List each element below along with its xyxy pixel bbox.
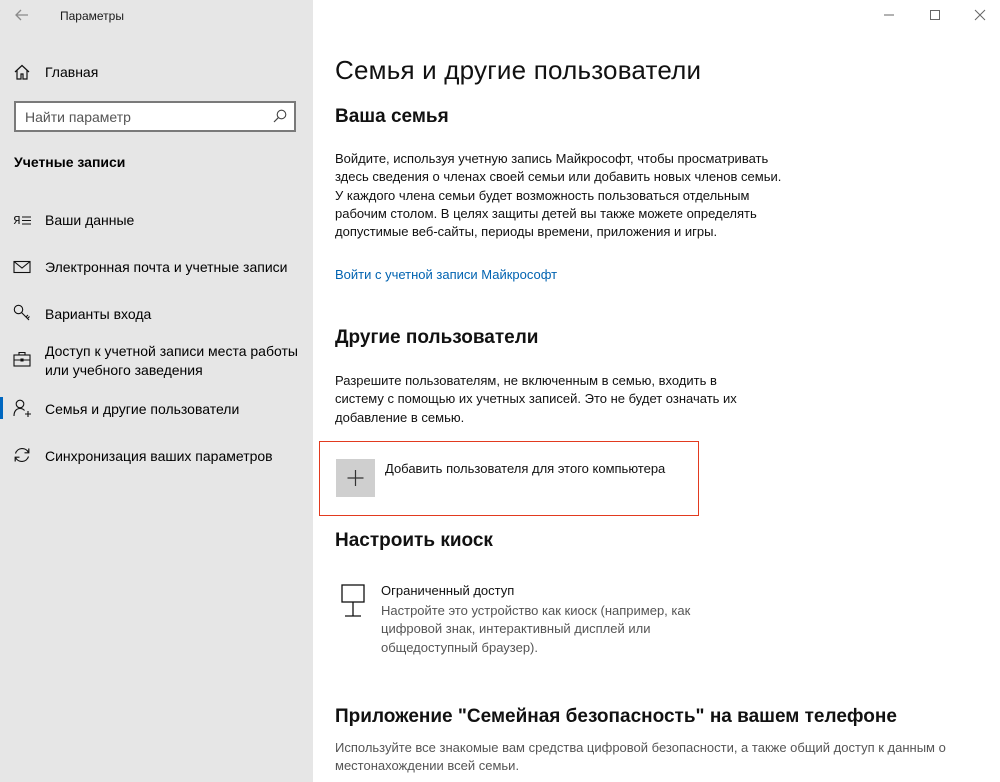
briefcase-icon: [12, 349, 32, 369]
maximize-button[interactable]: [923, 3, 947, 27]
add-user-label: Добавить пользователя для этого компьюте…: [385, 461, 666, 476]
sidebar-item-family[interactable]: Семья и другие пользователи: [0, 397, 313, 437]
key-icon: [12, 303, 32, 323]
minimize-button[interactable]: [877, 3, 901, 27]
person-add-icon: [12, 398, 32, 418]
app-title: Параметры: [60, 9, 124, 23]
home-icon: [13, 63, 31, 81]
page-title: Семья и другие пользователи: [335, 55, 702, 85]
kiosk-icon: [340, 583, 366, 619]
sidebar-item-label: Семья и другие пользователи: [45, 401, 240, 417]
assigned-access-title: Ограниченный доступ: [381, 583, 515, 598]
search-input[interactable]: [16, 103, 266, 130]
assigned-access-item[interactable]: Ограниченный доступ Настройте это устрой…: [340, 583, 740, 663]
sidebar-item-email[interactable]: Электронная почта и учетные записи: [0, 255, 313, 295]
family-heading: Ваша семья: [335, 106, 449, 127]
sidebar-item-label: Электронная почта и учетные записи: [45, 259, 288, 275]
other-users-heading: Другие пользователи: [335, 327, 539, 348]
sidebar-item-label: Варианты входа: [45, 306, 152, 322]
svg-text:Я: Я: [13, 214, 21, 227]
sidebar-item-your-info[interactable]: Я Ваши данные: [0, 208, 313, 248]
selected-indicator: [0, 397, 3, 419]
sidebar-item-sync[interactable]: Синхронизация ваших параметров: [0, 444, 313, 484]
kiosk-heading: Настроить киоск: [335, 530, 493, 551]
family-safety-description: Используйте все знакомые вам средства ци…: [335, 740, 946, 774]
sidebar-item-home[interactable]: Главная: [0, 58, 313, 86]
user-info-icon: Я: [12, 210, 32, 230]
back-arrow-icon[interactable]: [12, 5, 32, 25]
close-button[interactable]: [968, 3, 992, 27]
add-user-button[interactable]: Добавить пользователя для этого компьюте…: [336, 459, 686, 497]
search-icon[interactable]: [272, 108, 288, 124]
family-safety-heading: Приложение "Семейная безопасность" на ва…: [335, 706, 897, 727]
plus-icon: [336, 459, 375, 497]
sidebar-item-sign-in-options[interactable]: Варианты входа: [0, 302, 313, 342]
sidebar-item-label: Синхронизация ваших параметров: [45, 448, 273, 464]
home-label: Главная: [45, 64, 99, 80]
search-box[interactable]: [14, 101, 296, 132]
microsoft-signin-link[interactable]: Войти с учетной записи Майкрософт: [335, 267, 557, 282]
mail-icon: [12, 257, 32, 277]
sidebar-item-work-access[interactable]: Доступ к учетной записи места работы или…: [0, 342, 313, 384]
sidebar-item-label: Доступ к учетной записи места работы или…: [45, 343, 298, 378]
family-description: Войдите, используя учетную запись Майкро…: [335, 151, 782, 240]
sidebar-item-label: Ваши данные: [45, 212, 135, 228]
sync-icon: [12, 445, 32, 465]
section-heading: Учетные записи: [14, 154, 126, 170]
assigned-access-description: Настройте это устройство как киоск (напр…: [381, 603, 691, 655]
sidebar: Параметры Главная Учетные записи Я Ваши …: [0, 0, 313, 782]
other-users-description: Разрешите пользователям, не включенным в…: [335, 373, 737, 425]
